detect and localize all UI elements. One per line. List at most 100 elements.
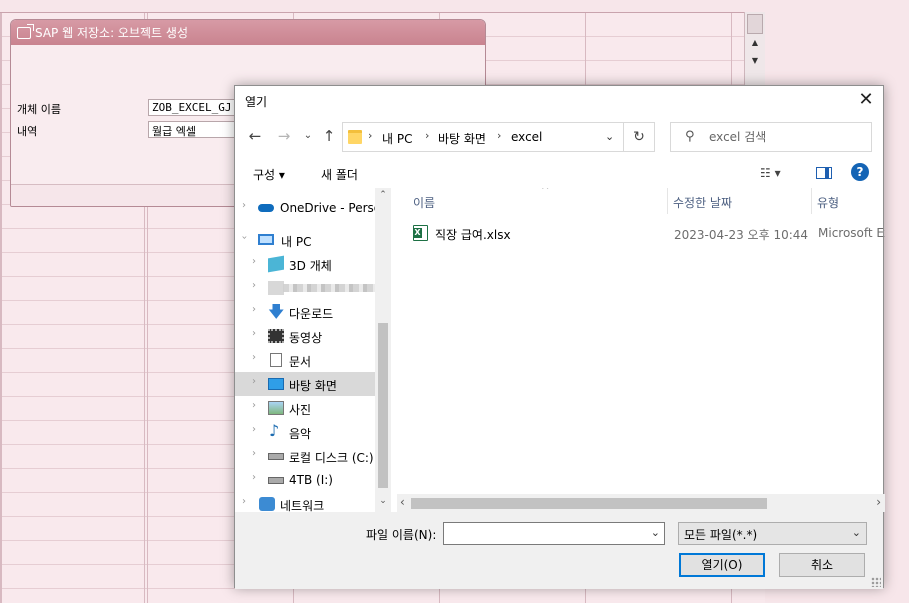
- column-header-name[interactable]: ^ 이름: [407, 188, 667, 214]
- breadcrumb-chevron-icon[interactable]: ›: [497, 129, 501, 142]
- nav-item-this-pc[interactable]: › 내 PC: [235, 228, 375, 252]
- cancel-button[interactable]: 취소: [779, 553, 865, 577]
- sap-scroll-thumb[interactable]: [747, 14, 763, 34]
- expand-chevron-icon[interactable]: ›: [242, 200, 246, 211]
- help-icon[interactable]: ?: [851, 163, 869, 181]
- search-input[interactable]: [707, 127, 867, 147]
- breadcrumb-this-pc[interactable]: 내 PC: [382, 130, 412, 147]
- horizontal-scroll-thumb[interactable]: [411, 498, 767, 509]
- chevron-down-icon[interactable]: ⌄: [852, 526, 861, 539]
- navigation-pane: › OneDrive - Persor › 내 PC › 3D 개체 › › 🡇…: [235, 188, 390, 512]
- filename-input[interactable]: ⌄: [443, 522, 665, 545]
- picture-icon: [268, 401, 284, 415]
- preview-pane-icon[interactable]: [816, 167, 832, 179]
- filename-label: 파일 이름(N):: [366, 528, 437, 542]
- nav-item-onedrive[interactable]: › OneDrive - Persor: [235, 196, 386, 220]
- nav-item-documents[interactable]: › 문서: [235, 348, 375, 372]
- sap-grid-scrollbar[interactable]: ▲ ▼: [744, 12, 765, 92]
- expand-chevron-icon[interactable]: ›: [252, 472, 256, 483]
- nav-item-desktop[interactable]: › 바탕 화면: [235, 372, 375, 396]
- expand-chevron-icon[interactable]: ›: [252, 280, 256, 291]
- nav-item-4tb-drive[interactable]: › 4TB (I:): [235, 468, 375, 492]
- desktop-icon: [268, 378, 284, 390]
- view-options-icon[interactable]: ☷ ▾: [760, 166, 781, 180]
- column-header-label: 이름: [413, 196, 436, 210]
- blurred-item-icon: [268, 281, 284, 295]
- blurred-item-label: [283, 284, 375, 292]
- column-header-modified[interactable]: 수정한 날짜: [667, 188, 811, 214]
- file-row[interactable]: 직장 급여.xlsx 2023-04-23 오후 10:44 Microsoft…: [407, 222, 885, 244]
- new-folder-button[interactable]: 새 폴더: [321, 166, 358, 183]
- cube-icon: [268, 255, 284, 273]
- column-header-type[interactable]: 유형: [811, 188, 885, 214]
- search-icon: ⚲: [685, 129, 695, 144]
- sap-grid-topline: [0, 12, 765, 13]
- sap-popup-titlebar: SAP 웹 저장소: 오브젝트 생성: [11, 20, 485, 45]
- drive-icon: [268, 453, 284, 460]
- address-dropdown-icon[interactable]: ⌄: [605, 130, 614, 143]
- search-box[interactable]: ⚲: [670, 122, 872, 152]
- up-arrow-icon[interactable]: ↑: [319, 126, 339, 146]
- excel-file-icon: [413, 225, 428, 241]
- expand-chevron-icon[interactable]: ›: [252, 304, 256, 315]
- scroll-up-icon[interactable]: ▲: [745, 38, 765, 47]
- organize-button[interactable]: 구성 ▾: [253, 166, 285, 183]
- nav-item-downloads[interactable]: › 🡇 다운로드: [235, 300, 375, 324]
- file-modified-date: 2023-04-23 오후 10:44: [674, 228, 809, 242]
- expand-chevron-icon[interactable]: ›: [252, 352, 256, 363]
- address-bar[interactable]: › 내 PC › 바탕 화면 › excel ⌄: [342, 122, 624, 152]
- open-button[interactable]: 열기(O): [679, 553, 765, 577]
- scroll-down-icon[interactable]: ⌄: [375, 496, 391, 506]
- nav-item-music[interactable]: › ♪ 음악: [235, 420, 375, 444]
- nav-item-label: 3D 개체: [289, 259, 332, 273]
- nav-item-pictures[interactable]: › 사진: [235, 396, 375, 420]
- filetype-select[interactable]: 모든 파일(*.*) ⌄: [678, 522, 867, 545]
- file-type: Microsoft Ex: [818, 226, 885, 240]
- close-icon[interactable]: ✕: [849, 86, 883, 116]
- resize-grip-icon[interactable]: [871, 577, 881, 587]
- expand-chevron-icon[interactable]: ›: [242, 496, 246, 507]
- command-toolbar: 구성 ▾ 새 폴더 ☷ ▾ ?: [235, 158, 883, 188]
- nav-item-label: 다운로드: [289, 307, 334, 321]
- dialog-footer: 파일 이름(N): ⌄ 모든 파일(*.*) ⌄ 열기(O) 취소: [235, 512, 883, 589]
- refresh-icon[interactable]: ↻: [624, 122, 655, 152]
- nav-item-3d-objects[interactable]: › 3D 개체: [235, 252, 375, 276]
- breadcrumb-chevron-icon[interactable]: ›: [368, 129, 372, 142]
- expand-chevron-icon[interactable]: ›: [252, 256, 256, 267]
- film-icon: [268, 329, 284, 343]
- file-name: 직장 급여.xlsx: [435, 228, 511, 242]
- drive-icon: [268, 477, 284, 484]
- nav-item-blurred[interactable]: ›: [235, 276, 375, 300]
- forward-arrow-icon[interactable]: →: [274, 126, 294, 146]
- breadcrumb-excel[interactable]: excel: [511, 130, 542, 144]
- scroll-down-icon[interactable]: ▼: [745, 56, 765, 65]
- breadcrumb-chevron-icon[interactable]: ›: [425, 129, 429, 142]
- back-arrow-icon[interactable]: ←: [245, 126, 265, 146]
- nav-item-videos[interactable]: › 동영상: [235, 324, 375, 348]
- cloud-icon: [258, 204, 274, 212]
- breadcrumb-desktop[interactable]: 바탕 화면: [438, 130, 486, 147]
- nav-item-network[interactable]: › 네트워크: [235, 492, 375, 512]
- file-list-horizontal-scrollbar[interactable]: ‹ ›: [397, 494, 885, 512]
- filetype-value: 모든 파일(*.*): [684, 528, 758, 542]
- scroll-left-icon[interactable]: ‹: [400, 495, 405, 509]
- nav-item-local-disk[interactable]: › 로컬 디스크 (C:): [235, 444, 375, 468]
- nav-item-label: OneDrive - Persor: [280, 201, 387, 215]
- music-note-icon: ♪: [269, 421, 280, 440]
- nav-item-label: 문서: [289, 355, 312, 369]
- expand-chevron-icon[interactable]: ›: [252, 328, 256, 339]
- sort-ascending-icon: ^: [541, 188, 550, 196]
- dialog-title: 열기: [245, 95, 268, 109]
- chevron-down-icon[interactable]: ⌄: [651, 526, 660, 539]
- expand-chevron-icon[interactable]: ›: [252, 424, 256, 435]
- nav-pane-scrollbar[interactable]: ⌃ ⌄: [375, 188, 391, 512]
- scroll-right-icon[interactable]: ›: [876, 495, 881, 509]
- file-list: ^ 이름 수정한 날짜 유형 직장 급여.xlsx 2023-04-23 오후 …: [399, 188, 885, 494]
- recent-locations-chevron-icon[interactable]: ⌄: [298, 126, 318, 146]
- nav-scroll-thumb[interactable]: [378, 323, 388, 488]
- scroll-up-icon[interactable]: ⌃: [375, 190, 391, 200]
- expand-chevron-icon[interactable]: ›: [252, 376, 256, 387]
- expand-chevron-icon[interactable]: ›: [252, 448, 256, 459]
- collapse-chevron-icon[interactable]: ›: [239, 236, 250, 240]
- expand-chevron-icon[interactable]: ›: [252, 400, 256, 411]
